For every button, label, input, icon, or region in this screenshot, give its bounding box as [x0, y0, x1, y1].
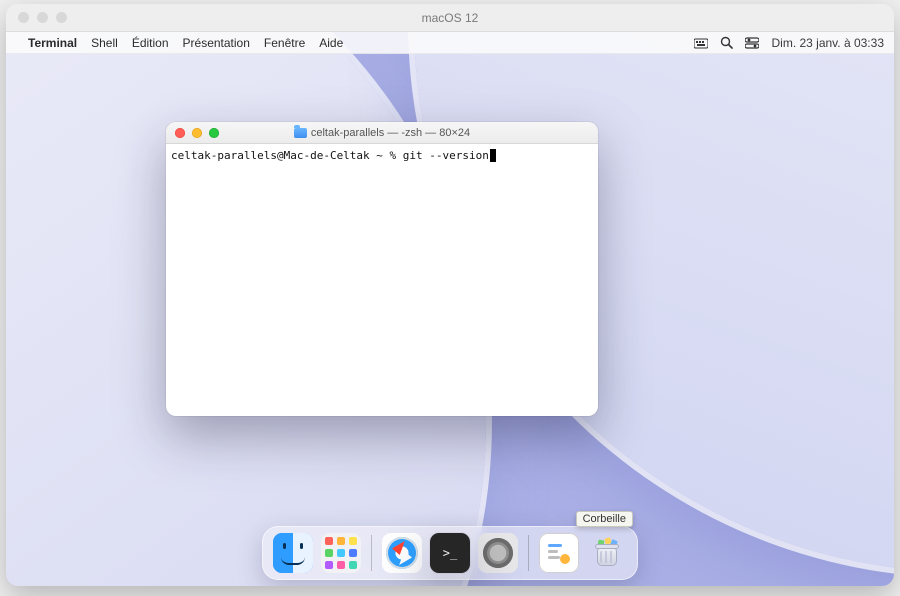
terminal-command: git --version	[403, 149, 489, 162]
menu-shell[interactable]: Shell	[91, 36, 118, 50]
menu-edition[interactable]: Édition	[132, 36, 169, 50]
text-cursor-icon	[490, 149, 496, 162]
window-close-icon[interactable]	[175, 128, 185, 138]
dock-separator	[528, 535, 529, 571]
menu-fenetre[interactable]: Fenêtre	[264, 36, 305, 50]
menu-aide[interactable]: Aide	[319, 36, 343, 50]
terminal-traffic-lights	[175, 128, 219, 138]
folder-icon	[294, 128, 307, 138]
window-minimize-icon[interactable]	[192, 128, 202, 138]
macos-desktop[interactable]: Terminal Shell Édition Présentation Fenê…	[6, 32, 894, 586]
terminal-body[interactable]: celtak-parallels@Mac-de-Celtak ~ % git -…	[166, 144, 598, 416]
terminal-title-text: celtak-parallels — -zsh — 80×24	[311, 127, 470, 139]
parallels-close-icon[interactable]	[18, 12, 29, 23]
keyboard-layout-icon[interactable]	[694, 37, 708, 49]
parallels-minimize-icon[interactable]	[37, 12, 48, 23]
terminal-titlebar[interactable]: celtak-parallels — -zsh — 80×24	[166, 122, 598, 144]
parallels-window: macOS 12 Terminal Shell Édition Présenta…	[6, 4, 894, 586]
app-menu: Terminal Shell Édition Présentation Fenê…	[28, 36, 343, 50]
parallels-title: macOS 12	[6, 11, 894, 25]
dock-trash-icon[interactable]: Corbeille	[587, 533, 627, 573]
menu-presentation[interactable]: Présentation	[183, 36, 250, 50]
dock-launchpad-icon[interactable]	[321, 533, 361, 573]
window-zoom-icon[interactable]	[209, 128, 219, 138]
dock-tooltip: Corbeille	[576, 511, 633, 527]
dock-finder-icon[interactable]	[273, 533, 313, 573]
dock-safari-icon[interactable]	[382, 533, 422, 573]
parallels-traffic-lights[interactable]	[18, 12, 67, 23]
macos-menubar[interactable]: Terminal Shell Édition Présentation Fenê…	[6, 32, 894, 54]
terminal-window[interactable]: celtak-parallels — -zsh — 80×24 celtak-p…	[166, 122, 598, 416]
parallels-titlebar[interactable]: macOS 12	[6, 4, 894, 32]
spotlight-icon[interactable]	[720, 36, 733, 49]
dock-separator	[371, 535, 372, 571]
dock-mounted-image-icon[interactable]	[539, 533, 579, 573]
menu-app-name[interactable]: Terminal	[28, 36, 77, 50]
dock-terminal-icon[interactable]: >_	[430, 533, 470, 573]
menubar-clock[interactable]: Dim. 23 janv. à 03:33	[771, 36, 884, 50]
parallels-zoom-icon[interactable]	[56, 12, 67, 23]
dock-settings-icon[interactable]	[478, 533, 518, 573]
control-center-icon[interactable]	[745, 37, 759, 49]
terminal-prompt: celtak-parallels@Mac-de-Celtak ~ %	[171, 149, 403, 162]
macos-dock[interactable]: >_ Corbeille	[262, 526, 638, 580]
